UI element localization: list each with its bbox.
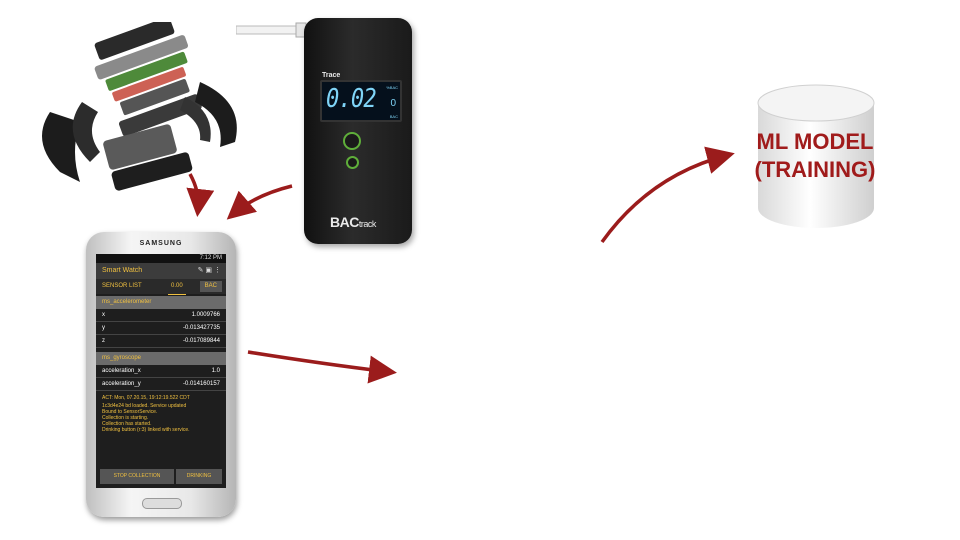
flow-arrows bbox=[186, 146, 735, 384]
arrow-data-to-model bbox=[600, 146, 735, 244]
arrow-phone-to-data bbox=[247, 350, 397, 384]
arrow-breathalyzer-to-phone bbox=[226, 184, 293, 220]
arrow-watch-to-phone bbox=[186, 173, 215, 217]
